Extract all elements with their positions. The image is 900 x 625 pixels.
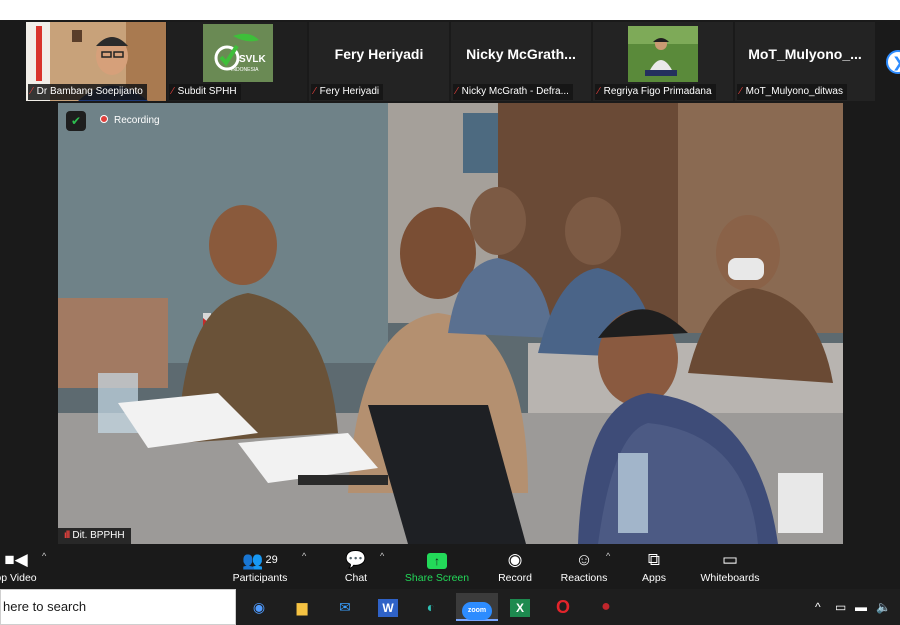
whiteboards-button[interactable]: ▭ Whiteboards: [690, 549, 770, 585]
meeting-room-scene: [58, 103, 843, 544]
gallery-strip: ⁄ Dr Bambang Soepijanto SVLK INDONESIA ⁄ S…: [0, 20, 900, 102]
apps-button[interactable]: ⧉ Apps: [614, 549, 694, 585]
chevron-up-icon[interactable]: ^: [302, 551, 306, 561]
mic-muted-icon: ⁄: [598, 86, 600, 97]
chevron-up-icon[interactable]: ^: [42, 551, 46, 561]
chevron-up-icon[interactable]: ^: [380, 551, 384, 561]
app-badge-icon[interactable]: ●: [588, 593, 624, 621]
battery-icon[interactable]: ▬: [855, 597, 867, 617]
whiteboard-icon: ▭: [721, 550, 739, 569]
share-screen-icon: ↑: [397, 549, 477, 571]
active-speaker-label: ıll Dit. BPPHH: [58, 528, 131, 544]
participant-name: ⁄ Fery Heriyadi: [311, 84, 384, 100]
record-button[interactable]: ◉ Record: [475, 549, 555, 585]
mic-muted-icon: ⁄: [740, 86, 742, 97]
mic-muted-icon: ⁄: [314, 86, 316, 97]
chevron-up-icon[interactable]: ^: [815, 597, 821, 617]
volume-icon[interactable]: 🔈: [876, 597, 891, 617]
apps-icon: ⧉: [647, 550, 661, 569]
word-icon[interactable]: W: [370, 593, 406, 621]
participant-tile[interactable]: SVLK INDONESIA ⁄ Subdit SPHH: [167, 22, 307, 101]
participant-display-name: Fery Heriyadi: [334, 46, 424, 62]
participants-button[interactable]: 👥 29 Participants ^: [220, 549, 307, 585]
zoom-meeting-window: ⁄ Dr Bambang Soepijanto SVLK INDONESIA ⁄ S…: [0, 20, 900, 589]
record-icon: ◉: [507, 550, 523, 569]
opera-icon[interactable]: O: [545, 593, 581, 621]
windows-taskbar: here to search ◉ ▆ ✉ W ◐ zoom X O ● ^ ▭ …: [0, 589, 900, 625]
participant-name: ⁄ Dr Bambang Soepijanto: [28, 84, 147, 100]
participant-tile[interactable]: ⁄ Regriya Figo Primadana: [593, 22, 733, 101]
logo-subtext: INDONESIA: [231, 67, 259, 73]
chat-button[interactable]: 💬 Chat ^: [316, 549, 396, 585]
browser-icon[interactable]: ◉: [241, 593, 277, 621]
reactions-button[interactable]: ☺ Reactions ^: [544, 549, 624, 585]
logo-text: SVLK: [239, 54, 266, 65]
participant-name: ⁄ Nicky McGrath - Defra...: [453, 84, 573, 100]
recording-dot-icon: [100, 115, 108, 123]
participant-count: 29: [265, 554, 278, 566]
excel-icon[interactable]: X: [502, 593, 538, 621]
participant-tile[interactable]: Fery Heriyadi ⁄ Fery Heriyadi: [309, 22, 449, 101]
main-speaker-video: ✔ Recording: [58, 103, 843, 544]
participant-name: ⁄ Subdit SPHH: [169, 84, 241, 100]
taskbar-search-box[interactable]: here to search: [0, 589, 236, 625]
zoom-icon[interactable]: zoom: [456, 593, 498, 621]
recording-indicator[interactable]: Recording: [92, 111, 168, 131]
participant-name: ⁄ MoT_Mulyono_ditwas: [737, 84, 847, 100]
stop-video-button[interactable]: ■◀ op Video ^: [0, 549, 52, 585]
share-screen-button[interactable]: ↑ Share Screen: [397, 549, 477, 585]
security-shield-icon[interactable]: ✔: [66, 111, 86, 131]
mic-muted-icon: ⁄: [172, 86, 174, 97]
participant-tile[interactable]: Nicky McGrath... ⁄ Nicky McGrath - Defra.…: [451, 22, 591, 101]
participant-name: ⁄ Regriya Figo Primadana: [595, 84, 716, 100]
participant-display-name: Nicky McGrath...: [466, 46, 576, 62]
mail-icon[interactable]: ✉: [327, 593, 363, 621]
signal-bars-icon: ıll: [64, 530, 70, 541]
mic-muted-icon: ⁄: [456, 86, 458, 97]
network-icon[interactable]: ▭: [835, 597, 846, 617]
participant-tile[interactable]: ⁄ Dr Bambang Soepijanto: [26, 22, 166, 101]
participant-display-name: MoT_Mulyono_...: [748, 46, 862, 62]
chevron-up-icon[interactable]: ^: [606, 551, 610, 561]
mic-muted-icon: ⁄: [31, 86, 33, 97]
participants-icon: 👥: [242, 551, 264, 570]
screen: ⁄ Dr Bambang Soepijanto SVLK INDONESIA ⁄ S…: [0, 0, 900, 625]
edge-icon[interactable]: ◐: [413, 593, 449, 621]
chevron-right-icon[interactable]: ❯: [886, 50, 900, 74]
reactions-icon: ☺: [575, 550, 593, 569]
file-explorer-icon[interactable]: ▆: [284, 593, 320, 621]
meeting-toolbar: ■◀ op Video ^ 👥29 Participants ^ 💬 Chat …: [0, 545, 900, 589]
participant-tile[interactable]: MoT_Mulyono_... ⁄ MoT_Mulyono_ditwas: [735, 22, 875, 101]
